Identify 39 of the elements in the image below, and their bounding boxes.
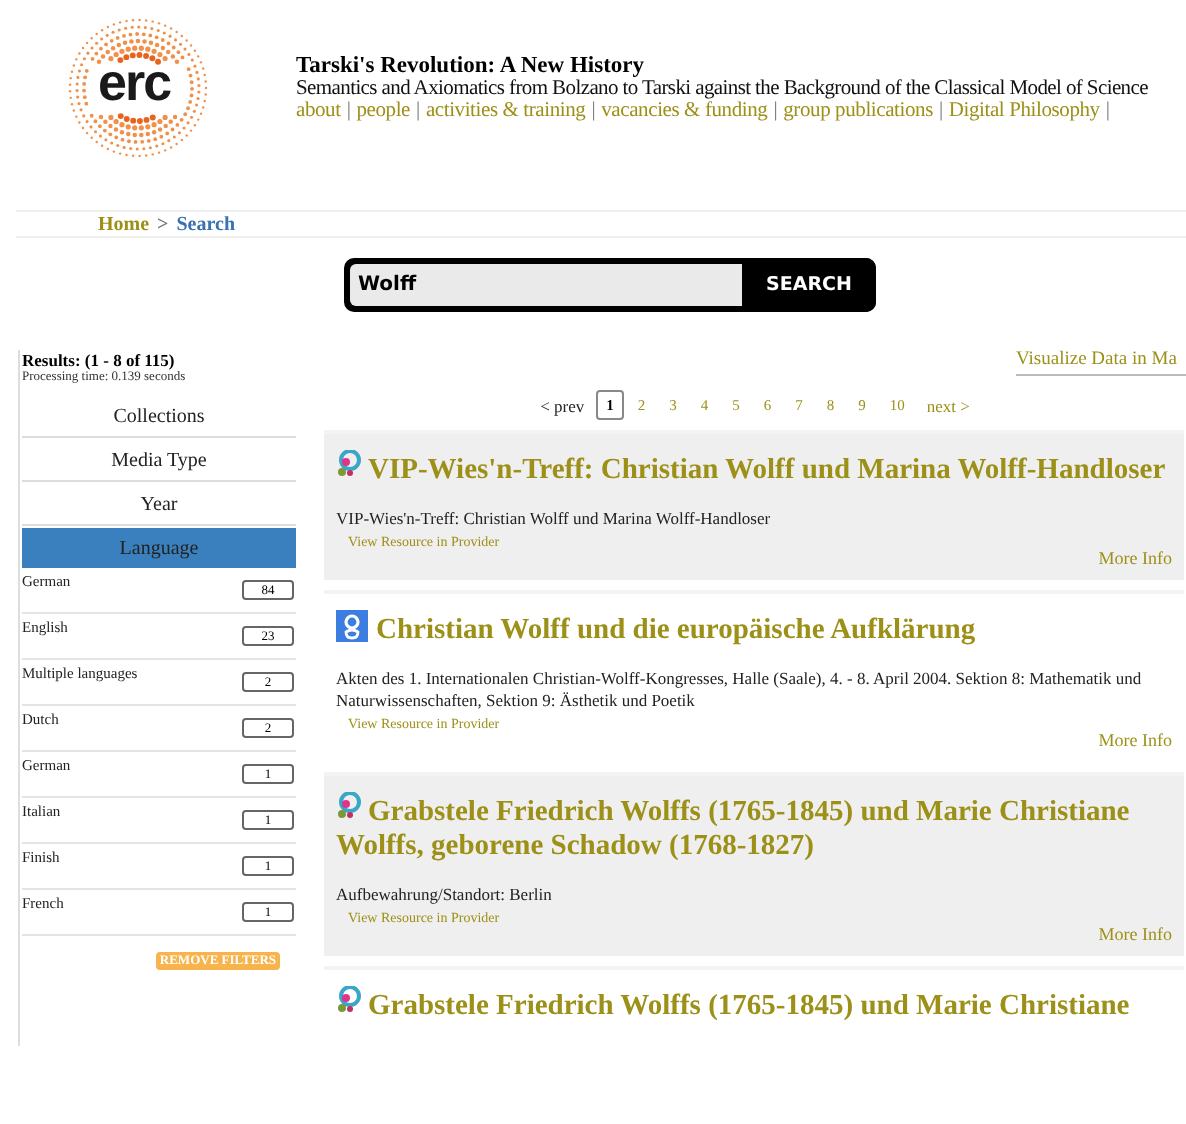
nav-separator: | <box>346 100 351 122</box>
nav-separator: | <box>416 100 420 122</box>
result-title[interactable]: VIP-Wies'n-Treff: Christian Wolff und Marina Wolff-Handloser <box>336 450 1172 488</box>
globe-icon <box>336 450 362 478</box>
nav-separator: | <box>591 100 596 122</box>
breadcrumb-separator: > <box>157 214 169 236</box>
nav-separator: | <box>938 100 943 122</box>
result-description: Aufbewahrung/Standort: Berlin <box>336 884 554 906</box>
more-info-link[interactable]: More Info <box>1098 730 1172 750</box>
nav-link[interactable]: people <box>356 100 411 122</box>
logo-dots-icon <box>66 16 210 160</box>
breadcrumb-current[interactable]: Search <box>176 214 236 236</box>
result-description: VIP-Wies'n-Treff: Christian Wolff und Marina Wolff-Handloser <box>336 508 773 530</box>
next-link[interactable]: next > <box>926 395 970 415</box>
nav-link[interactable]: Digital Philosophy <box>948 100 1100 122</box>
facet-tab[interactable]: Language <box>22 528 296 568</box>
logo-text: erc <box>98 52 171 114</box>
globe-icon <box>336 792 362 820</box>
nav-link[interactable]: activities & training <box>425 100 586 122</box>
result-title[interactable]: Grabstele Friedrich Wolffs (1765-1845) und Marie Christiane Wolffs, geborene Schadow (1768-1827) <box>336 792 1172 864</box>
results-count: Results: (1 - 8 of 115) <box>22 350 177 370</box>
more-info-link[interactable]: More Info <box>1098 924 1172 944</box>
result-description: Akten des 1. Internationalen Christian-Wolff-Kongresses, Halle (Saale), 4. - 8. April 2004. Sektion 8: Mathematik und Naturwissenschaften, Sektion 9: Ästhetik und Poetik <box>336 668 1144 712</box>
search-field[interactable]: Wolff <box>350 264 742 306</box>
nav-separator: | <box>1105 100 1110 122</box>
result-title[interactable]: Christian Wolff und die europäische Aufklärung <box>336 610 1172 648</box>
globe-icon <box>336 986 362 1014</box>
more-info-link[interactable]: More Info <box>1098 548 1172 568</box>
nav-link[interactable]: vacancies & funding <box>601 100 768 122</box>
result-title[interactable]: Grabstele Friedrich Wolffs (1765-1845) und Marie Christiane <box>336 986 1172 1024</box>
nav-link[interactable]: about <box>296 100 341 122</box>
nav-separator: | <box>773 100 778 122</box>
site-title: Tarski's Revolution: A New History <box>296 54 647 78</box>
site-subtitle: Semantics and Axiomatics from Bolzano to Tarski against the Background of the Classical Model of Science <box>296 78 1148 100</box>
breadcrumb-link[interactable]: Home <box>98 214 150 236</box>
prev-link[interactable]: < prev <box>540 395 585 415</box>
nav-link[interactable]: group publications <box>783 100 933 122</box>
google-icon <box>336 610 368 642</box>
visualize-link[interactable]: Visualize Data in Ma <box>1016 350 1186 376</box>
